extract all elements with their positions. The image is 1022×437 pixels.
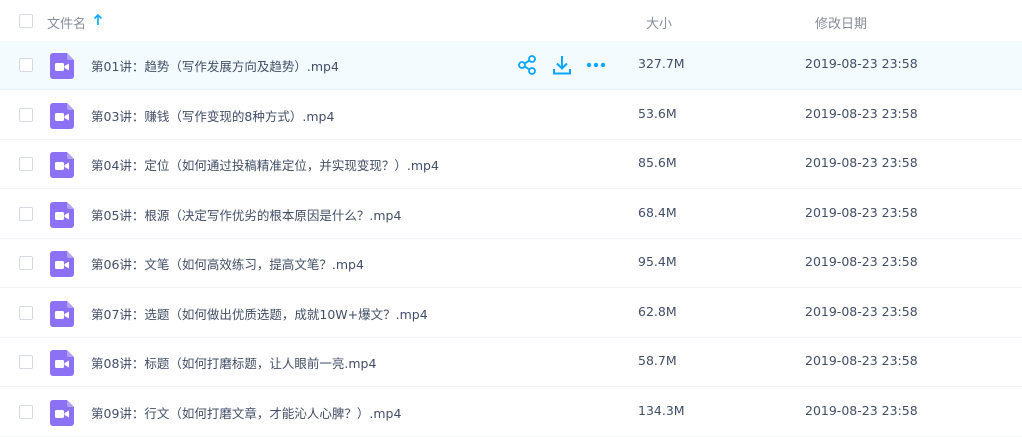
row-checkbox[interactable] <box>19 305 33 320</box>
share-icon[interactable] <box>516 54 538 76</box>
table-row[interactable]: 第01讲：趋势（写作发展方向及趋势）.mp4 327.7M 2019-08-23… <box>0 41 1022 90</box>
file-date: 2019-08-23 23:58 <box>805 402 918 418</box>
video-file-icon <box>50 152 74 178</box>
row-checkbox[interactable] <box>19 206 33 221</box>
row-checkbox[interactable] <box>19 256 33 270</box>
video-file-icon <box>50 102 74 129</box>
file-name[interactable]: 第08讲：标题（如何打磨标题，让人眼前一亮.mp4 <box>91 353 376 372</box>
file-date: 2019-08-23 23:58 <box>805 204 918 220</box>
file-name[interactable]: 第03讲：赚钱（写作变现的8种方式）.mp4 <box>91 106 334 125</box>
select-all-checkbox[interactable] <box>19 14 33 28</box>
file-size: 62.8M <box>638 303 677 319</box>
download-icon[interactable] <box>551 54 573 76</box>
list-header: 文件名 大小 修改日期 <box>0 0 1022 42</box>
file-size: 58.7M <box>638 353 677 368</box>
column-header-name[interactable]: 文件名 <box>47 13 86 32</box>
file-date: 2019-08-23 23:58 <box>805 303 918 319</box>
file-date: 2019-08-23 23:58 <box>805 56 918 71</box>
video-file-icon <box>50 251 74 277</box>
file-date: 2019-08-23 23:58 <box>805 105 918 121</box>
video-file-icon <box>50 53 74 79</box>
table-row[interactable]: 第03讲：赚钱（写作变现的8种方式）.mp4 53.6M 2019-08-23 … <box>0 91 1022 140</box>
table-row[interactable]: 第04讲：定位（如何通过投稿精准定位，并实现变现？）.mp4 85.6M 201… <box>0 140 1022 189</box>
row-checkbox[interactable] <box>19 355 33 369</box>
file-date: 2019-08-23 23:58 <box>805 254 918 269</box>
column-header-size[interactable]: 大小 <box>646 13 672 32</box>
video-file-icon <box>50 399 74 426</box>
row-checkbox[interactable] <box>19 404 33 419</box>
file-name[interactable]: 第09讲：行文（如何打磨文章，才能沁人心脾？）.mp4 <box>91 403 401 422</box>
file-size: 85.6M <box>638 155 677 170</box>
video-file-icon <box>50 350 74 376</box>
file-size: 68.4M <box>638 204 677 220</box>
file-date: 2019-08-23 23:58 <box>805 155 918 170</box>
video-file-icon <box>50 300 74 327</box>
arrow-up-icon[interactable] <box>92 13 104 27</box>
file-size: 53.6M <box>638 105 677 121</box>
table-row[interactable]: 第06讲：文笔（如何高效练习，提高文笔？.mp4 95.4M 2019-08-2… <box>0 239 1022 288</box>
file-date: 2019-08-23 23:58 <box>805 353 918 368</box>
video-file-icon <box>50 201 74 228</box>
file-size: 95.4M <box>638 254 677 269</box>
row-checkbox[interactable] <box>19 58 33 72</box>
file-list: 文件名 大小 修改日期 第01讲：趋势（写作发展方向及趋势）.mp4 327.7… <box>0 0 1022 437</box>
file-size: 134.3M <box>638 402 685 418</box>
table-row[interactable]: 第05讲：根源（决定写作优劣的根本原因是什么？.mp4 68.4M 2019-0… <box>0 190 1022 239</box>
table-row[interactable]: 第09讲：行文（如何打磨文章，才能沁人心脾？）.mp4 134.3M 2019-… <box>0 388 1022 437</box>
file-size: 327.7M <box>638 56 685 71</box>
file-name[interactable]: 第07讲：选题（如何做出优质选题，成就10W+爆文？.mp4 <box>91 304 428 323</box>
row-checkbox[interactable] <box>19 157 33 171</box>
column-header-date[interactable]: 修改日期 <box>815 13 867 32</box>
row-checkbox[interactable] <box>19 107 33 122</box>
table-row[interactable]: 第07讲：选题（如何做出优质选题，成就10W+爆文？.mp4 62.8M 201… <box>0 289 1022 338</box>
more-icon[interactable] <box>585 54 607 76</box>
table-row[interactable]: 第08讲：标题（如何打磨标题，让人眼前一亮.mp4 58.7M 2019-08-… <box>0 338 1022 387</box>
file-name[interactable]: 第01讲：趋势（写作发展方向及趋势）.mp4 <box>91 56 339 75</box>
file-name[interactable]: 第05讲：根源（决定写作优劣的根本原因是什么？.mp4 <box>91 205 401 224</box>
file-name[interactable]: 第06讲：文笔（如何高效练习，提高文笔？.mp4 <box>91 254 364 273</box>
file-name[interactable]: 第04讲：定位（如何通过投稿精准定位，并实现变现？）.mp4 <box>91 155 439 174</box>
